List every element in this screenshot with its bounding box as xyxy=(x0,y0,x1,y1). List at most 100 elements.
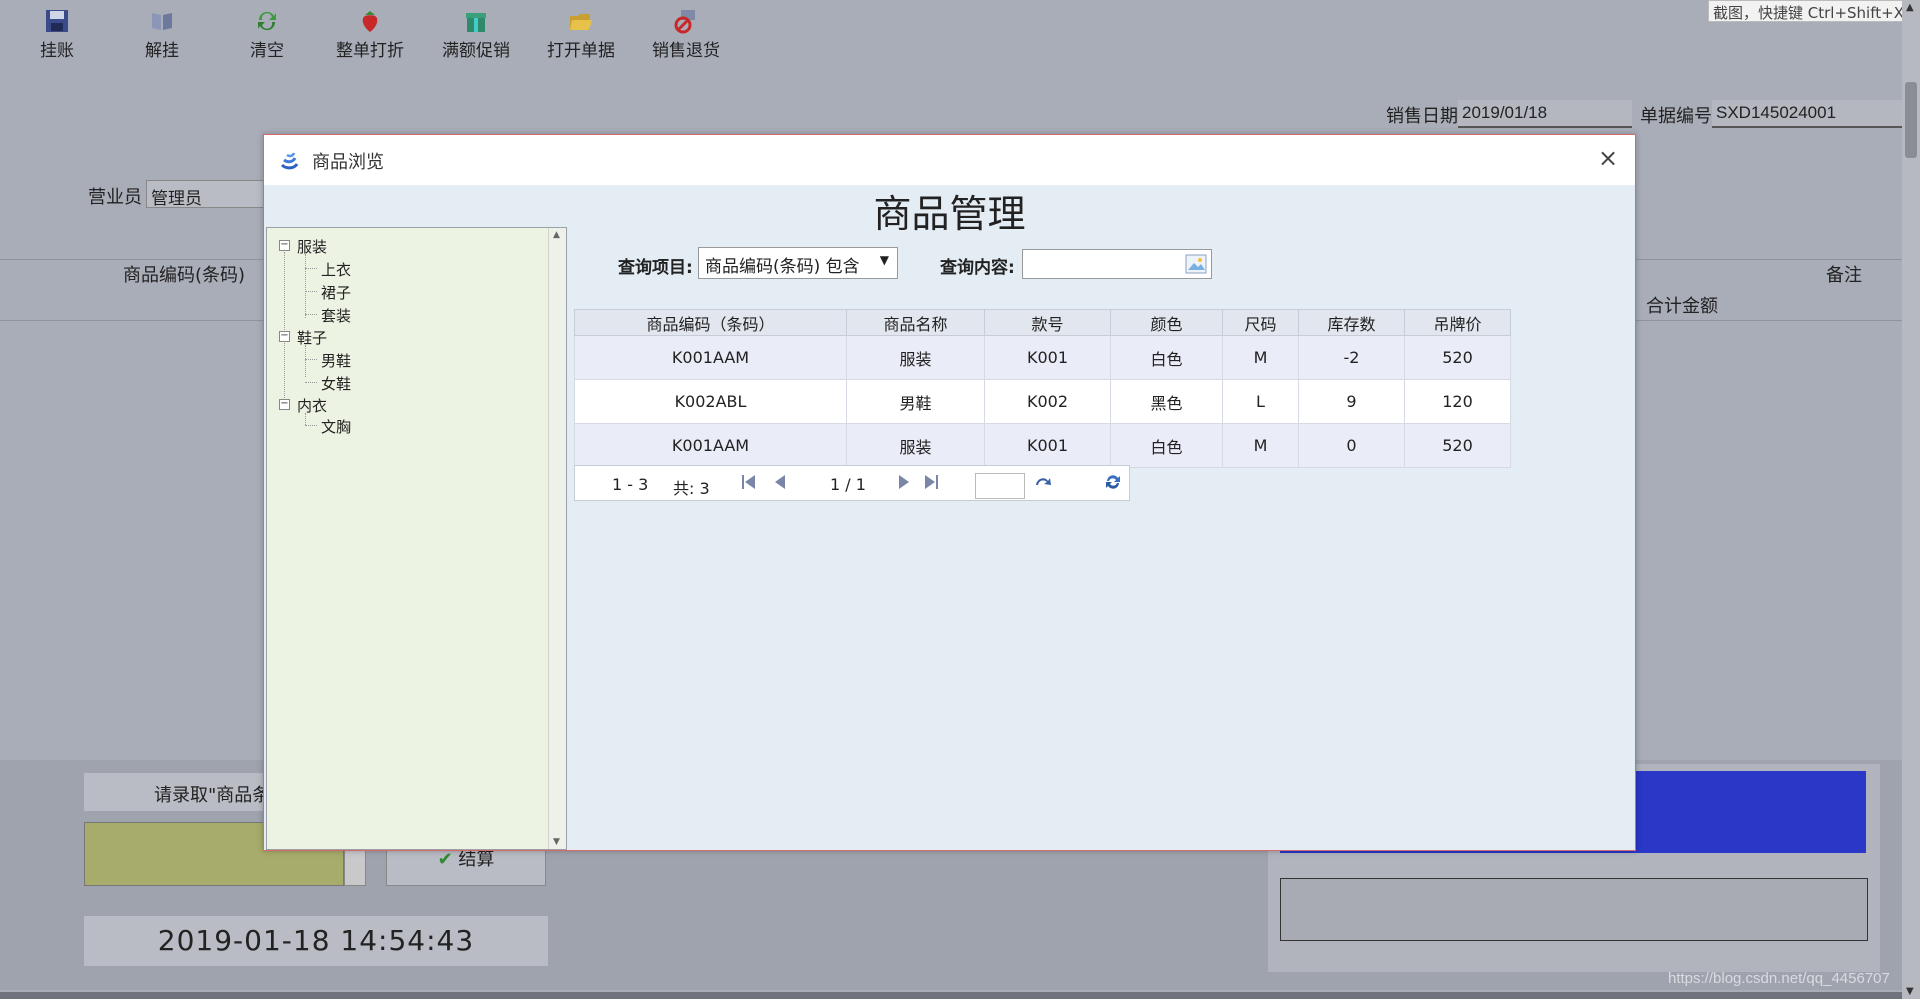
watermark: https://blog.csdn.net/qq_4456707 xyxy=(1668,970,1890,987)
tree-guide-line xyxy=(305,413,306,425)
scrollbar-thumb[interactable] xyxy=(1905,82,1917,158)
barcode-column-header: 商品编码(条码) xyxy=(123,265,246,286)
cell-size: M xyxy=(1222,423,1299,468)
folder-icon xyxy=(570,14,592,30)
go-page-icon[interactable] xyxy=(1033,472,1053,492)
chevron-down-icon: ▼ xyxy=(879,253,889,267)
tree-branch xyxy=(305,382,317,383)
cell-barcode: K001AAM xyxy=(574,423,847,468)
column-header-color[interactable]: 颜色 xyxy=(1110,309,1223,336)
pagination-bar: 1 - 3 共: 3 1 / 1 xyxy=(574,465,1130,501)
table-row[interactable]: K001AAM 服装 K001 白色 M -2 520 xyxy=(574,335,1511,380)
open-book-icon xyxy=(152,13,172,30)
whole-discount-button[interactable]: 整单打折 xyxy=(325,8,415,61)
sales-return-button[interactable]: 销售退货 xyxy=(641,8,731,61)
cell-tag-price: 120 xyxy=(1404,379,1511,424)
tree-collapse-toggle[interactable]: − xyxy=(279,240,290,251)
column-header-barcode[interactable]: 商品编码（条码） xyxy=(574,309,847,336)
close-icon[interactable]: × xyxy=(1595,145,1621,171)
bill-number-field[interactable]: SXD145024001 xyxy=(1712,100,1902,128)
cell-style: K001 xyxy=(984,423,1111,468)
scroll-up-icon[interactable]: ▲ xyxy=(553,230,560,240)
clerk-field[interactable]: 管理员 xyxy=(146,180,264,208)
tree-node-shoes[interactable]: 鞋子 xyxy=(297,327,327,348)
return-icon xyxy=(674,10,695,34)
scroll-down-icon[interactable]: ▼ xyxy=(553,837,560,847)
app-logo-icon xyxy=(280,152,299,170)
hang-account-label: 挂账 xyxy=(40,41,74,61)
strawberry-icon xyxy=(362,11,378,32)
main-toolbar: 挂账 解挂 清空 整单打折 满额促销 打开单据 销售退货 xyxy=(0,0,1900,70)
cell-size: M xyxy=(1222,335,1299,380)
tree-scrollbar[interactable]: ▲ ▼ xyxy=(548,228,566,849)
scroll-up-icon[interactable]: ▲ xyxy=(1906,2,1914,13)
hang-account-button[interactable]: 挂账 xyxy=(12,8,102,61)
refresh-icon[interactable] xyxy=(1103,472,1123,492)
tree-node-bras[interactable]: 文胸 xyxy=(321,416,351,437)
tree-branch xyxy=(305,291,317,292)
table-row[interactable]: K002ABL 男鞋 K002 黑色 L 9 120 xyxy=(574,379,1511,424)
cell-barcode: K001AAM xyxy=(574,335,847,380)
tree-node-mens-shoes[interactable]: 男鞋 xyxy=(321,350,351,371)
check-icon: ✔ xyxy=(437,849,459,870)
tree-branch xyxy=(305,425,317,426)
last-page-icon[interactable] xyxy=(921,472,941,492)
clerk-label: 营业员 xyxy=(88,187,142,208)
column-header-name[interactable]: 商品名称 xyxy=(846,309,985,336)
floppy-disk-icon xyxy=(46,10,68,32)
tree-guide-line xyxy=(305,254,306,318)
column-header-tag-price[interactable]: 吊牌价 xyxy=(1404,309,1511,336)
unhang-label: 解挂 xyxy=(145,41,179,61)
cell-name: 服装 xyxy=(846,423,985,468)
next-page-icon[interactable] xyxy=(893,472,913,492)
dialog-titlebar[interactable]: 商品浏览 × xyxy=(264,135,1635,185)
cell-color: 白色 xyxy=(1110,335,1223,380)
tree-node-womens-shoes[interactable]: 女鞋 xyxy=(321,373,351,394)
product-table: 商品编码（条码） 商品名称 款号 颜色 尺码 库存数 吊牌价 K001AAM 服… xyxy=(574,309,1511,468)
total-amount-column-header: 合计金额 xyxy=(1646,296,1718,317)
pager-total: 共: 3 xyxy=(673,479,710,498)
image-picker-icon[interactable] xyxy=(1185,254,1207,274)
unhang-button[interactable]: 解挂 xyxy=(117,8,207,61)
column-header-size[interactable]: 尺码 xyxy=(1222,309,1299,336)
screenshot-tooltip: 截图，快捷键 Ctrl+Shift+X xyxy=(1708,0,1904,22)
input-lock-button[interactable] xyxy=(344,848,366,886)
tree-node-skirts[interactable]: 裙子 xyxy=(321,282,351,303)
tree-collapse-toggle[interactable]: − xyxy=(279,399,290,410)
scroll-down-icon[interactable]: ▼ xyxy=(1906,986,1914,997)
dialog-body: 商品管理 − 服装 上衣 裙子 套装 − 鞋子 男鞋 女鞋 − 内衣 文胸 ▲ … xyxy=(264,185,1635,850)
clock-display: 2019-01-18 14:54:43 xyxy=(84,916,548,966)
first-page-icon[interactable] xyxy=(739,472,759,492)
column-header-stock[interactable]: 库存数 xyxy=(1298,309,1405,336)
cell-barcode: K002ABL xyxy=(574,379,847,424)
remark-column-header: 备注 xyxy=(1826,265,1862,286)
cell-name: 男鞋 xyxy=(846,379,985,424)
cell-style: K001 xyxy=(984,335,1111,380)
table-row[interactable]: K001AAM 服装 K001 白色 M 0 520 xyxy=(574,423,1511,468)
open-bill-button[interactable]: 打开单据 xyxy=(536,8,626,61)
sale-date-label: 销售日期 xyxy=(1386,106,1458,127)
page-number-input[interactable] xyxy=(975,473,1025,499)
query-item-label: 查询项目: xyxy=(618,258,693,278)
full-promo-label: 满额促销 xyxy=(442,41,510,61)
column-header-style[interactable]: 款号 xyxy=(984,309,1111,336)
tree-node-suits[interactable]: 套装 xyxy=(321,305,351,326)
cell-stock: 9 xyxy=(1298,379,1405,424)
sale-date-field[interactable]: 2019/01/18 xyxy=(1458,100,1632,128)
cell-style: K002 xyxy=(984,379,1111,424)
prev-page-icon[interactable] xyxy=(771,472,791,492)
page-scrollbar[interactable]: ▲ ▼ xyxy=(1902,0,1920,999)
change-display xyxy=(1280,878,1868,941)
query-content-input[interactable] xyxy=(1022,249,1212,279)
settle-label: 结算 xyxy=(458,849,495,870)
tree-node-underwear[interactable]: 内衣 xyxy=(297,395,327,416)
cell-size: L xyxy=(1222,379,1299,424)
tree-collapse-toggle[interactable]: − xyxy=(279,331,290,342)
query-item-select[interactable]: 商品编码(条码) 包含 ▼ xyxy=(698,247,898,279)
tree-node-tops[interactable]: 上衣 xyxy=(321,259,351,280)
category-tree: − 服装 上衣 裙子 套装 − 鞋子 男鞋 女鞋 − 内衣 文胸 ▲ ▼ xyxy=(266,227,567,850)
clear-button[interactable]: 清空 xyxy=(222,8,312,61)
full-promo-button[interactable]: 满额促销 xyxy=(431,8,521,61)
tree-node-clothing[interactable]: 服装 xyxy=(297,236,327,257)
refresh-icon xyxy=(258,11,276,31)
